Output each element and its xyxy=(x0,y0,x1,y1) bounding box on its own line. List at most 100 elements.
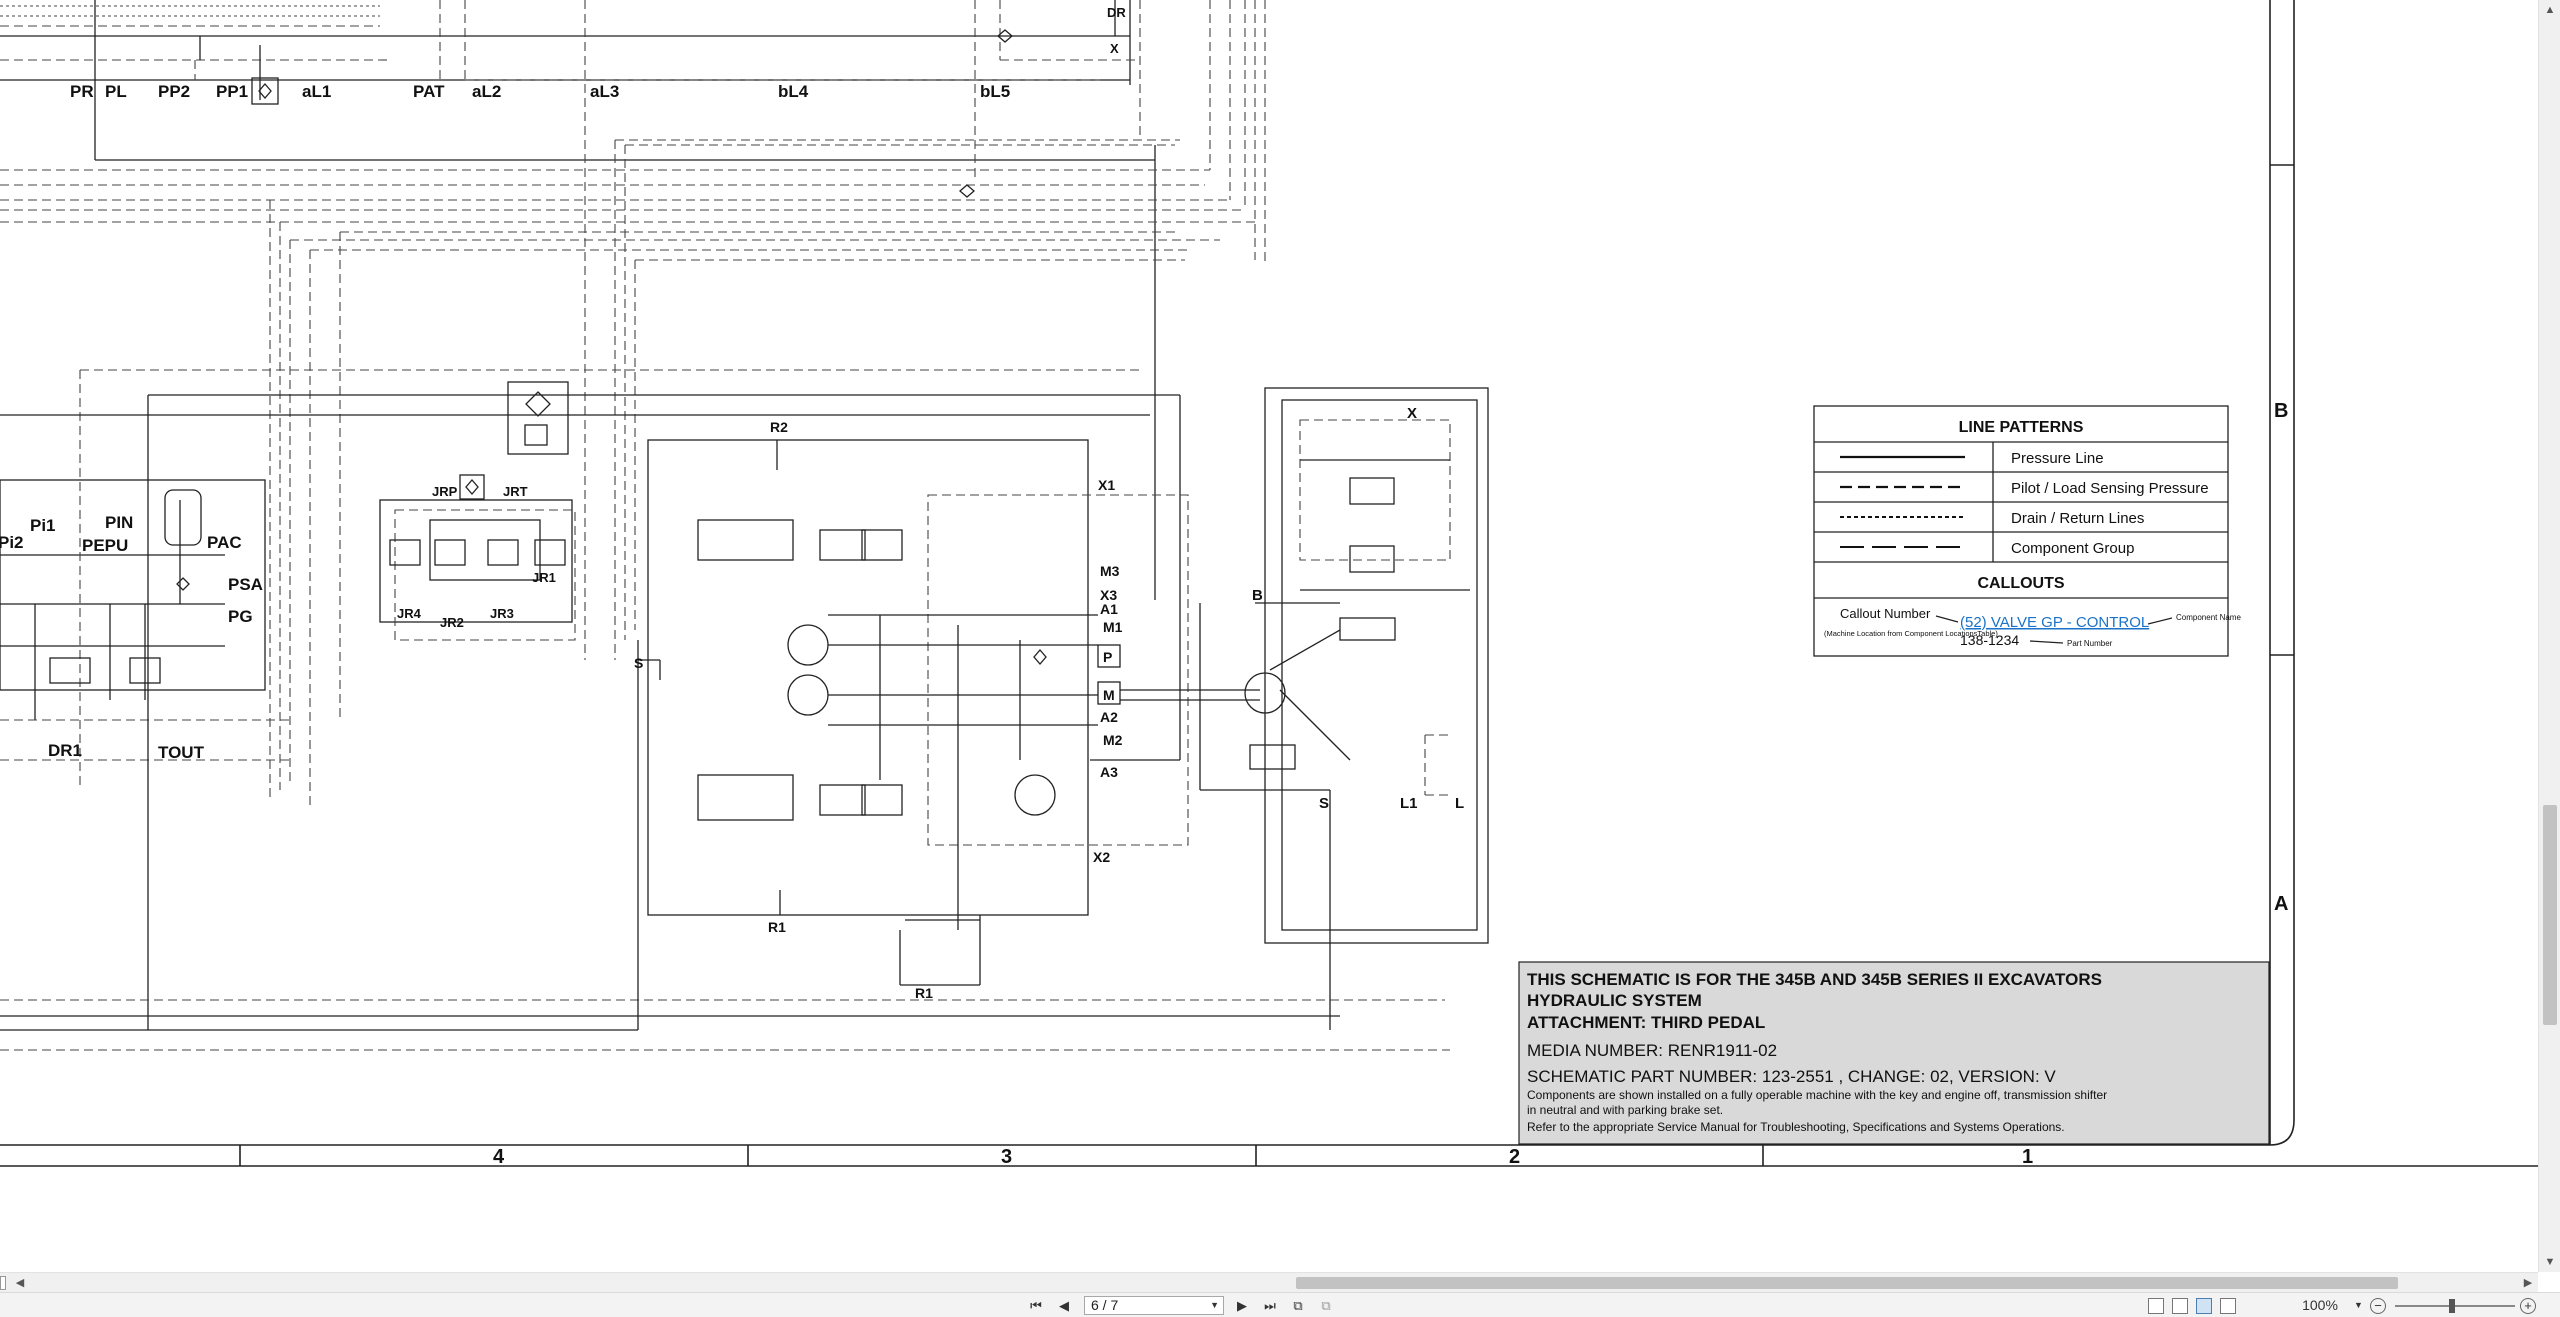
zoom-slider[interactable] xyxy=(2395,1305,2515,1307)
legend-item-pressure-line: Pressure Line xyxy=(2011,450,2104,467)
horizontal-scroll-thumb[interactable] xyxy=(1296,1277,2398,1289)
port-label-bl4: bL4 xyxy=(778,82,809,101)
port-label-b: B xyxy=(1252,587,1263,604)
previous-page-icon[interactable]: ◀ xyxy=(1054,1296,1074,1315)
continuous-two-page-view-icon[interactable] xyxy=(2220,1298,2236,1314)
top-circuit-lines xyxy=(0,0,1266,810)
border-column-3: 3 xyxy=(1001,1146,1012,1168)
port-label-jr1: JR1 xyxy=(532,570,556,585)
schematic-part-number: SCHEMATIC PART NUMBER: 123-2551 , CHANGE… xyxy=(1527,1067,2056,1086)
title-block-heading: THIS SCHEMATIC IS FOR THE 345B AND 345B … xyxy=(1527,970,2102,989)
port-label-al2: aL2 xyxy=(472,82,501,101)
port-label-pp2: PP2 xyxy=(158,82,190,101)
callouts-title: CALLOUTS xyxy=(1977,575,2064,592)
single-page-view-icon[interactable] xyxy=(2148,1298,2164,1314)
port-label-a3: A3 xyxy=(1100,764,1118,780)
port-label-jr2: JR2 xyxy=(440,615,464,630)
page-number-value: 6 / 7 xyxy=(1091,1297,1119,1313)
port-label-dr: DR xyxy=(1107,5,1126,20)
legend-item-drain-line: Drain / Return Lines xyxy=(2011,510,2144,527)
port-label-jrp: JRP xyxy=(432,484,458,499)
port-label-m1: M1 xyxy=(1103,619,1123,635)
scroll-handle-icon[interactable] xyxy=(0,1276,6,1290)
zoom-out-icon[interactable]: − xyxy=(2370,1298,2386,1314)
port-label-pg: PG xyxy=(228,607,253,626)
port-label-l1: L1 xyxy=(1400,795,1418,812)
last-page-icon[interactable]: ⏭ xyxy=(1260,1296,1280,1315)
title-block-note-1: Components are shown installed on a full… xyxy=(1527,1088,2107,1102)
part-number-label: Part Number xyxy=(2067,639,2113,648)
port-label-pat: PAT xyxy=(413,82,445,101)
top-port-labels: PR PL PP2 PP1 aL1 PAT aL2 aL3 bL4 bL5 DR… xyxy=(70,5,1126,198)
two-page-view-icon[interactable] xyxy=(2196,1298,2212,1314)
jr-filter-group: JRP JRT JR4 JR2 JR3 JR1 xyxy=(379,381,576,641)
port-label-pr: PR xyxy=(70,82,94,101)
page-paste-icon[interactable]: ⧉ xyxy=(1316,1296,1336,1315)
scroll-down-icon[interactable]: ▼ xyxy=(2539,1252,2560,1272)
port-label-psa: PSA xyxy=(228,575,263,594)
page-number-field[interactable]: 6 / 7 ▼ xyxy=(1084,1296,1224,1315)
port-label-pi1: Pi1 xyxy=(30,516,56,535)
port-label-r1-a: R1 xyxy=(768,919,786,935)
port-label-m2: M2 xyxy=(1103,732,1123,748)
port-label-x2: X2 xyxy=(1093,849,1110,865)
port-label-m3: M3 xyxy=(1100,563,1120,579)
hydraulic-schematic: .s { stroke:#222; stroke-width:1.3; fill… xyxy=(0,0,2538,1272)
part-number-example: 138-1234 xyxy=(1960,632,2019,648)
media-number: MEDIA NUMBER: RENR1911-02 xyxy=(1527,1041,1777,1060)
port-label-bl5: bL5 xyxy=(980,82,1010,101)
next-page-icon[interactable]: ▶ xyxy=(1232,1296,1252,1315)
port-label-l: L xyxy=(1455,795,1464,812)
legend-box: LINE PATTERNS Pressure Line Pilot / Load… xyxy=(1813,405,2241,657)
main-pump-group: R2 X1 M3 X3 A1 M1 P M A2 M2 A3 X2 R1 R1 … xyxy=(634,419,1260,1030)
legend-item-component-group: Component Group xyxy=(2011,540,2134,557)
port-label-x-top: X xyxy=(1110,41,1119,56)
border-row-b: B xyxy=(2274,400,2288,422)
port-label-x1: X1 xyxy=(1098,477,1115,493)
zoom-slider-thumb[interactable] xyxy=(2449,1299,2455,1313)
port-label-r1-b: R1 xyxy=(915,985,933,1001)
scroll-left-icon[interactable]: ◀ xyxy=(10,1273,30,1293)
port-label-pin: PIN xyxy=(105,513,133,532)
title-block-attachment: ATTACHMENT: THIRD PEDAL xyxy=(1527,1013,1765,1032)
check-valve-pp1 xyxy=(251,77,279,105)
port-label-pepu: PEPU xyxy=(82,536,128,555)
port-label-s-pump: S xyxy=(634,655,643,671)
port-label-jr4: JR4 xyxy=(397,606,422,621)
vertical-scroll-thumb[interactable] xyxy=(2543,805,2557,1025)
scroll-up-icon[interactable]: ▲ xyxy=(2539,0,2560,20)
zoom-in-icon[interactable]: + xyxy=(2520,1298,2536,1314)
port-label-al3: aL3 xyxy=(590,82,619,101)
page-dropdown-icon[interactable]: ▼ xyxy=(1210,1297,1219,1314)
continuous-view-icon[interactable] xyxy=(2172,1298,2188,1314)
title-block-system: HYDRAULIC SYSTEM xyxy=(1527,991,1702,1010)
border-row-a: A xyxy=(2274,893,2288,915)
border-column-1: 1 xyxy=(2022,1146,2033,1168)
port-label-pi2: Pi2 xyxy=(0,533,24,552)
port-label-a1: A1 xyxy=(1100,601,1118,617)
legend-title: LINE PATTERNS xyxy=(1959,419,2084,436)
vertical-scrollbar[interactable]: ▲ ▼ xyxy=(2538,0,2560,1272)
first-page-icon[interactable]: ⏮ xyxy=(1026,1296,1046,1315)
title-block-note-2: in neutral and with parking brake set. xyxy=(1527,1103,1723,1117)
port-label-x-motor: X xyxy=(1407,405,1417,422)
title-block: THIS SCHEMATIC IS FOR THE 345B AND 345B … xyxy=(1518,961,2270,1145)
callout-example-link[interactable]: (52) VALVE GP - CONTROL xyxy=(1960,614,2149,631)
callout-number-label: Callout Number xyxy=(1840,606,1931,621)
port-label-dr1: DR1 xyxy=(48,741,82,760)
port-label-pac: PAC xyxy=(207,533,242,552)
document-viewport[interactable]: .s { stroke:#222; stroke-width:1.3; fill… xyxy=(0,0,2538,1272)
border-column-4: 4 xyxy=(493,1146,505,1168)
horizontal-scrollbar[interactable]: ◀ ▶ xyxy=(0,1272,2538,1292)
component-name-label: Component Name xyxy=(2176,613,2241,622)
page-copy-icon[interactable]: ⧉ xyxy=(1288,1296,1308,1315)
port-label-jrt: JRT xyxy=(503,484,528,499)
port-label-pl: PL xyxy=(105,82,127,101)
scroll-right-icon[interactable]: ▶ xyxy=(2518,1273,2538,1293)
port-label-pp1: PP1 xyxy=(216,82,248,101)
zoom-dropdown-icon[interactable]: ▼ xyxy=(2354,1296,2363,1315)
port-label-p: P xyxy=(1103,649,1112,665)
border-column-2: 2 xyxy=(1509,1146,1520,1168)
zoom-level[interactable]: 100% xyxy=(2290,1296,2350,1315)
third-pedal-motor-group: X B S L1 L xyxy=(1199,387,1489,1030)
